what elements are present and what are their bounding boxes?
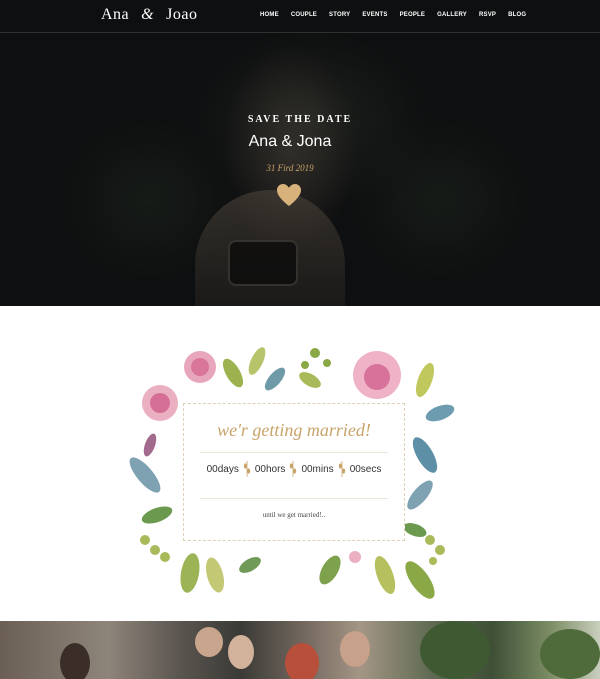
photo-tree: [540, 629, 600, 679]
nav-gallery[interactable]: GALLERY: [431, 8, 473, 22]
countdown-days: 00days: [206, 463, 239, 475]
header-divider: [0, 32, 600, 33]
countdown-footer: until we get married!..: [262, 511, 326, 519]
photo-figure: [285, 643, 319, 679]
nav-rsvp[interactable]: RSVP: [473, 8, 502, 22]
heart-icon: [277, 184, 301, 206]
save-the-date-kicker: SAVE THE DATE: [247, 114, 353, 125]
countdown-mins: 00mins: [301, 463, 334, 475]
sprig-icon: [338, 461, 345, 477]
countdown-timer: 00days 00hors 00mins 00secs: [184, 460, 404, 478]
hero-photo-window: [228, 240, 298, 286]
logo-ampersand: &: [141, 6, 155, 23]
countdown-card: we'r getting married! 00days 00hors 00mi…: [183, 403, 405, 541]
wedding-date: 31 Fird 2019: [266, 163, 314, 173]
countdown-title: we'r getting married!: [217, 420, 371, 440]
photo-figure: [60, 643, 90, 679]
hero-section: Ana & Joao HOME COUPLE STORY EVENTS PEOPLE…: [0, 0, 600, 306]
main-nav: HOME COUPLE STORY EVENTS PEOPLE GALLERY …: [254, 8, 532, 22]
photo-figure: [340, 631, 370, 667]
nav-story[interactable]: STORY: [323, 8, 356, 22]
photo-figure: [228, 635, 254, 669]
sprig-icon: [243, 461, 251, 477]
couple-names: Ana & Jona: [248, 133, 332, 150]
gallery-photo-strip: [0, 621, 600, 679]
countdown-hours: 00hors: [254, 463, 286, 475]
card-divider-top: [200, 452, 388, 453]
logo-first-name: Ana: [101, 6, 130, 23]
photo-figure: [195, 627, 223, 657]
logo-second-name: Joao: [166, 6, 198, 23]
rose-top-right: [353, 351, 401, 399]
countdown-secs: 00secs: [349, 463, 382, 475]
nav-couple[interactable]: COUPLE: [285, 8, 323, 22]
card-divider-bottom: [200, 498, 388, 499]
sprig-icon: [290, 461, 297, 477]
photo-tree: [420, 621, 490, 679]
nav-events[interactable]: EVENTS: [356, 8, 393, 22]
nav-blog[interactable]: BLOG: [502, 8, 532, 22]
nav-home[interactable]: HOME: [254, 8, 285, 22]
nav-people[interactable]: PEOPLE: [394, 8, 432, 22]
site-logo[interactable]: Ana & Joao: [101, 4, 197, 26]
